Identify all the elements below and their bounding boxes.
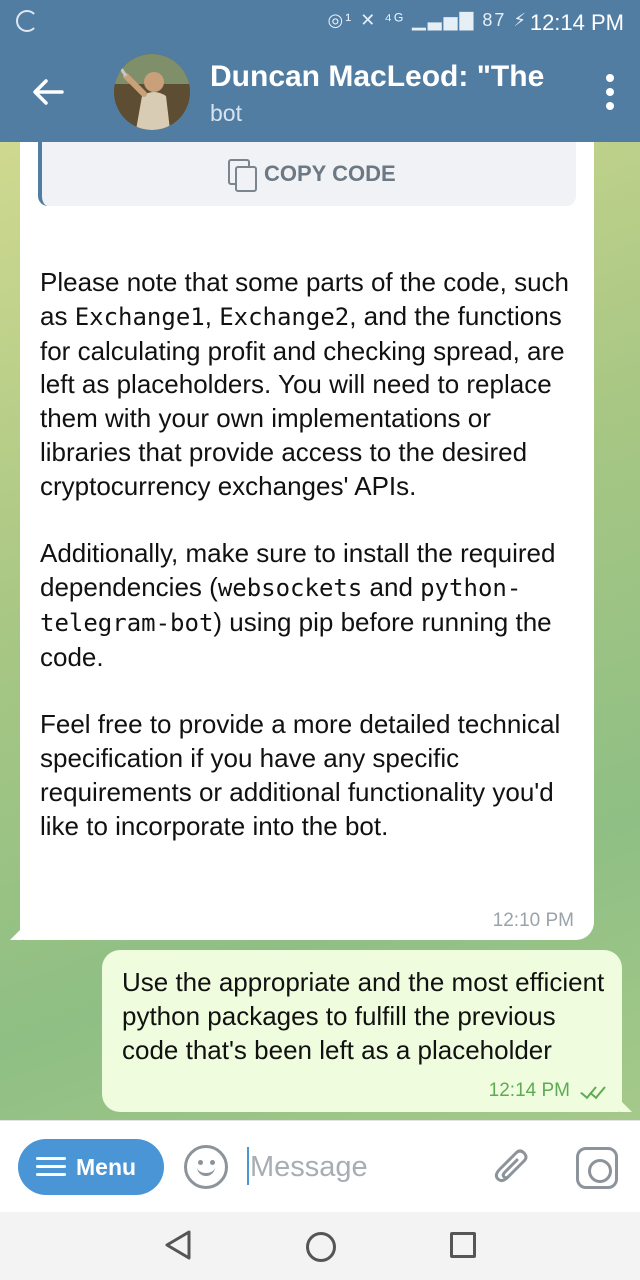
message-list[interactable]: COPY CODE Please note that some parts of…	[0, 142, 640, 1120]
avatar[interactable]	[114, 54, 190, 130]
status-bar: ◎¹ ✕ ⁴ᴳ ▁▃▅▇ 87 ⚡ 12:14 PM	[0, 0, 640, 44]
message-meta: 12:14 PM	[489, 1080, 608, 1102]
more-vert-icon[interactable]	[604, 74, 616, 114]
chat-header: Duncan MacLeod: "The bot	[0, 44, 640, 142]
camera-icon[interactable]	[576, 1147, 618, 1189]
message-paragraph: Feel free to provide a more detailed tec…	[40, 709, 561, 841]
incoming-message: COPY CODE Please note that some parts of…	[10, 142, 594, 940]
arrow-left-icon[interactable]	[28, 70, 68, 114]
message-text: Use the appropriate and the most efficie…	[122, 967, 605, 1065]
chat-title[interactable]: Duncan MacLeod: "The	[210, 60, 550, 94]
code-block: COPY CODE	[38, 142, 576, 206]
system-nav-bar	[0, 1212, 640, 1280]
nav-back-icon[interactable]	[163, 1229, 193, 1261]
nav-recents-icon[interactable]	[450, 1232, 476, 1258]
text-cursor	[247, 1147, 249, 1185]
emoji-icon[interactable]	[184, 1145, 228, 1189]
message-text: Please note that some parts of the code,…	[40, 266, 580, 877]
status-time: 12:14 PM	[529, 10, 624, 35]
message-paragraph: Please note that some parts of the code,…	[40, 267, 569, 501]
message-paragraph: Additionally, make sure to install the r…	[40, 538, 556, 672]
composer: Menu	[0, 1120, 640, 1212]
menu-button[interactable]: Menu	[18, 1139, 164, 1195]
nav-home-icon[interactable]	[306, 1232, 336, 1262]
double-check-icon	[578, 1083, 608, 1099]
inline-code: Exchange2	[219, 302, 350, 331]
outgoing-message: Use the appropriate and the most efficie…	[102, 950, 632, 1112]
inline-code: websockets	[217, 574, 363, 603]
copy-code-button[interactable]: COPY CODE	[228, 159, 396, 192]
copy-code-label: COPY CODE	[264, 161, 396, 186]
message-time: 12:14 PM	[488, 1080, 570, 1101]
message-input[interactable]	[250, 1145, 470, 1189]
status-indicators: ◎¹ ✕ ⁴ᴳ ▁▃▅▇ 87 ⚡	[327, 10, 528, 30]
menu-label: Menu	[76, 1153, 137, 1180]
menu-icon	[36, 1157, 66, 1177]
paperclip-icon[interactable]	[492, 1145, 532, 1189]
chat-subtitle: bot	[210, 100, 242, 126]
inline-code: Exchange1	[74, 302, 205, 331]
message-time: 12:10 PM	[492, 910, 574, 931]
sync-icon	[16, 10, 38, 32]
copy-icon	[228, 159, 257, 192]
